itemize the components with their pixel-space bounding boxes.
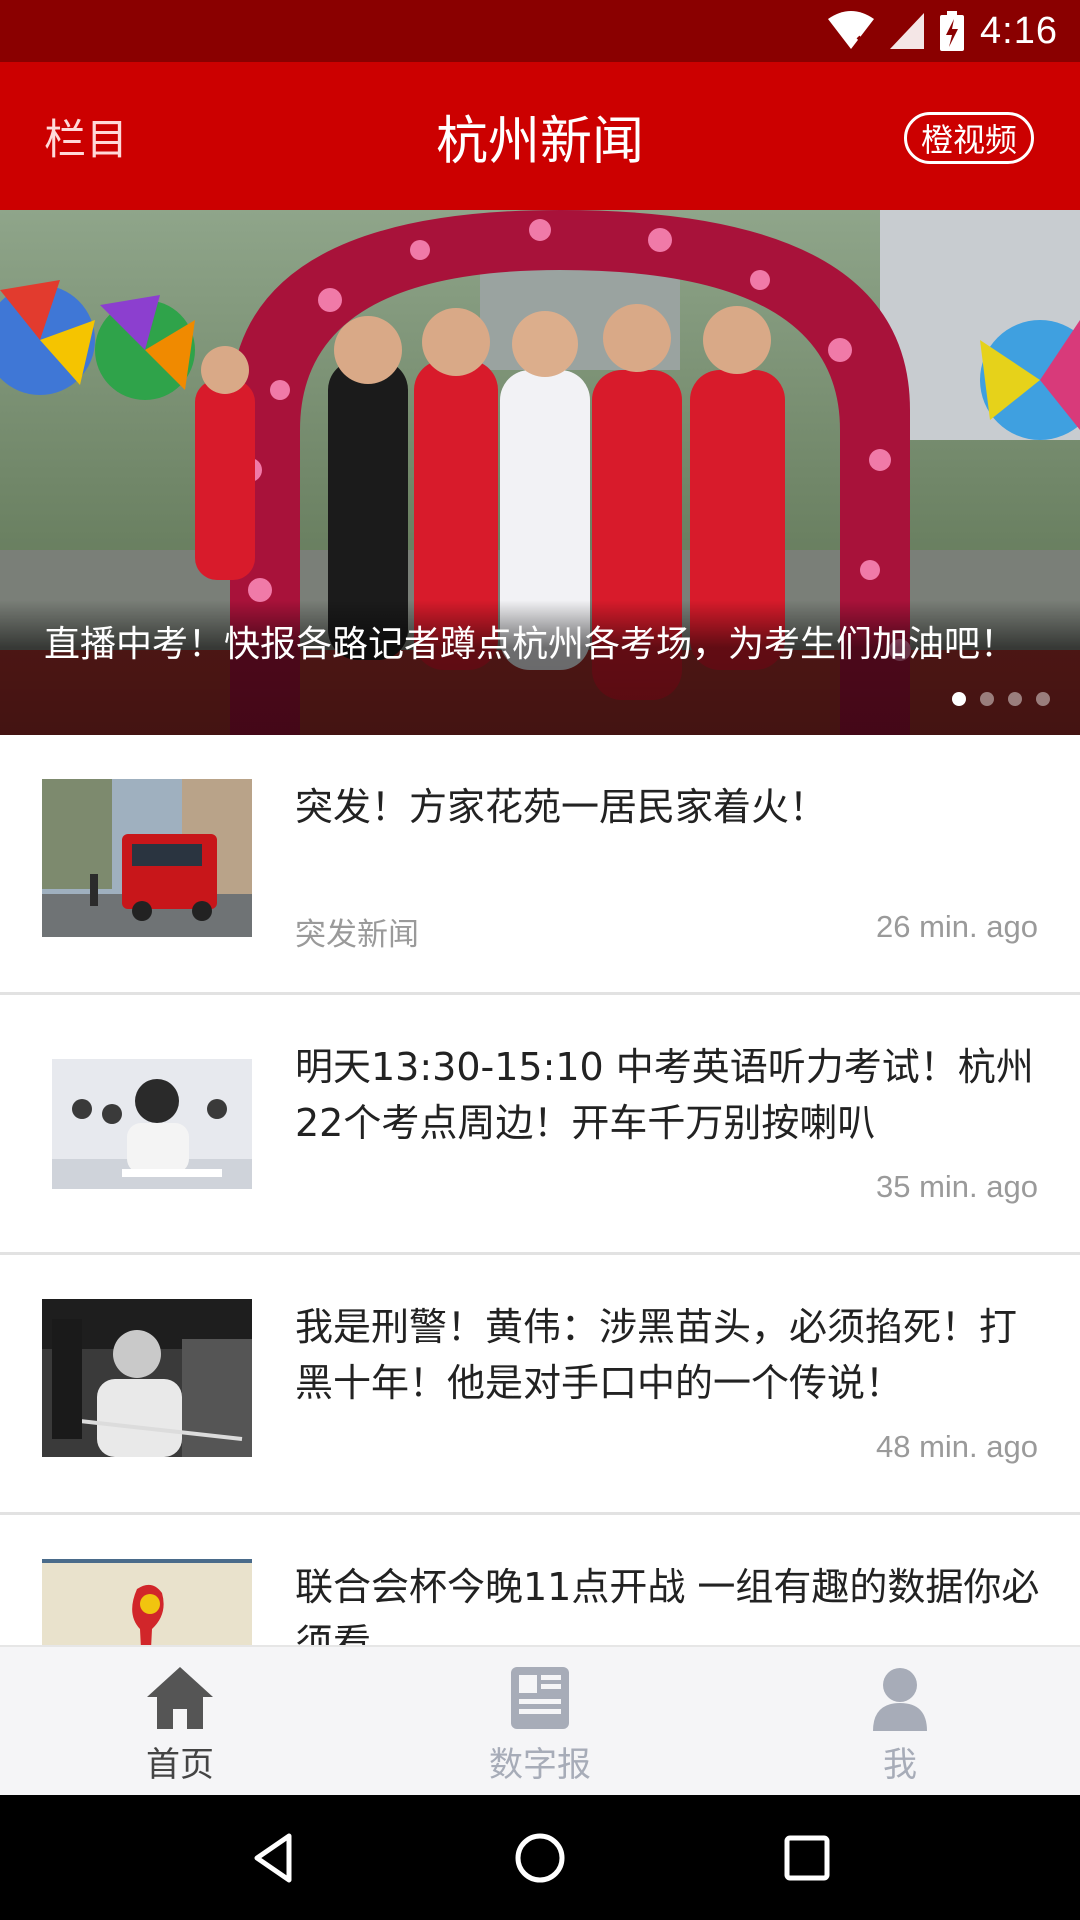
- orange-video-button[interactable]: 橙视频: [903, 112, 1034, 164]
- nav-digital-paper[interactable]: 数字报: [360, 1647, 720, 1795]
- wifi-off-icon: [828, 11, 875, 49]
- fire-truck-photo: [42, 779, 252, 937]
- news-category: 突发新闻: [295, 917, 419, 953]
- carousel-dot[interactable]: [1036, 692, 1050, 706]
- status-time: 4:16: [980, 9, 1058, 52]
- news-time: 35 min. ago: [876, 1169, 1038, 1204]
- news-thumbnail: [42, 1299, 252, 1457]
- exam-hall-photo: [42, 1039, 252, 1197]
- status-icons: 4:16: [828, 0, 1058, 62]
- bottom-navigation: 首页 数字报 我: [0, 1645, 1080, 1795]
- news-list: 突发！方家花苑一居民家着火！ 突发新闻 26 min. ago 明天13:30-…: [0, 735, 1080, 1645]
- nav-digital-paper-label: 数字报: [489, 1745, 591, 1785]
- person-icon: [873, 1668, 927, 1731]
- news-item[interactable]: 我是刑警！黄伟：涉黑苗头，必须掐死！打黑十年！他是对手口中的一个传说！ 48 m…: [0, 1255, 1080, 1515]
- banner-carousel[interactable]: 直播中考！快报各路记者蹲点杭州各考场，为考生们加油吧！: [0, 210, 1080, 735]
- news-thumbnail: [42, 779, 252, 937]
- app-header: 栏目 杭州新闻 橙视频: [0, 62, 1080, 210]
- police-officer-photo: [42, 1299, 252, 1457]
- news-thumbnail: [42, 1559, 252, 1645]
- news-item[interactable]: 突发！方家花苑一居民家着火！ 突发新闻 26 min. ago: [0, 735, 1080, 995]
- news-title: 明天13:30-15:10 中考英语听力考试！杭州22个考点周边！开车千万别按喇…: [295, 1045, 1034, 1145]
- home-icon: [147, 1667, 213, 1729]
- status-bar: 4:16: [0, 0, 1080, 62]
- news-title: 联合会杯今晚11点开战 一组有趣的数据你必须看: [295, 1565, 1040, 1645]
- carousel-dot[interactable]: [1008, 692, 1022, 706]
- news-title: 我是刑警！黄伟：涉黑苗头，必须掐死！打黑十年！他是对手口中的一个传说！: [295, 1305, 1018, 1405]
- newspaper-icon: [511, 1667, 569, 1729]
- system-navigation-bar: [0, 1795, 1080, 1920]
- carousel-dot[interactable]: [980, 692, 994, 706]
- back-icon[interactable]: [245, 1830, 301, 1886]
- nav-home[interactable]: 首页: [0, 1647, 360, 1795]
- news-time: 48 min. ago: [876, 1429, 1038, 1464]
- nav-me-label: 我: [883, 1745, 917, 1785]
- confederations-cup-photo: [42, 1559, 252, 1645]
- home-circle-icon[interactable]: [512, 1830, 568, 1886]
- carousel-indicators: [952, 692, 1050, 706]
- news-item[interactable]: 联合会杯今晚11点开战 一组有趣的数据你必须看: [0, 1515, 1080, 1645]
- carousel-dot[interactable]: [952, 692, 966, 706]
- banner-caption[interactable]: 直播中考！快报各路记者蹲点杭州各考场，为考生们加油吧！: [44, 615, 1016, 667]
- news-thumbnail: [42, 1039, 252, 1197]
- news-item[interactable]: 明天13:30-15:10 中考英语听力考试！杭州22个考点周边！开车千万别按喇…: [0, 995, 1080, 1255]
- battery-charging-icon: [940, 11, 965, 51]
- nav-home-label: 首页: [146, 1745, 214, 1785]
- cell-signal-icon: [890, 13, 925, 49]
- news-time: 26 min. ago: [876, 909, 1038, 944]
- news-title: 突发！方家花苑一居民家着火！: [295, 785, 828, 829]
- nav-me[interactable]: 我: [720, 1647, 1080, 1795]
- recents-icon[interactable]: [779, 1830, 835, 1886]
